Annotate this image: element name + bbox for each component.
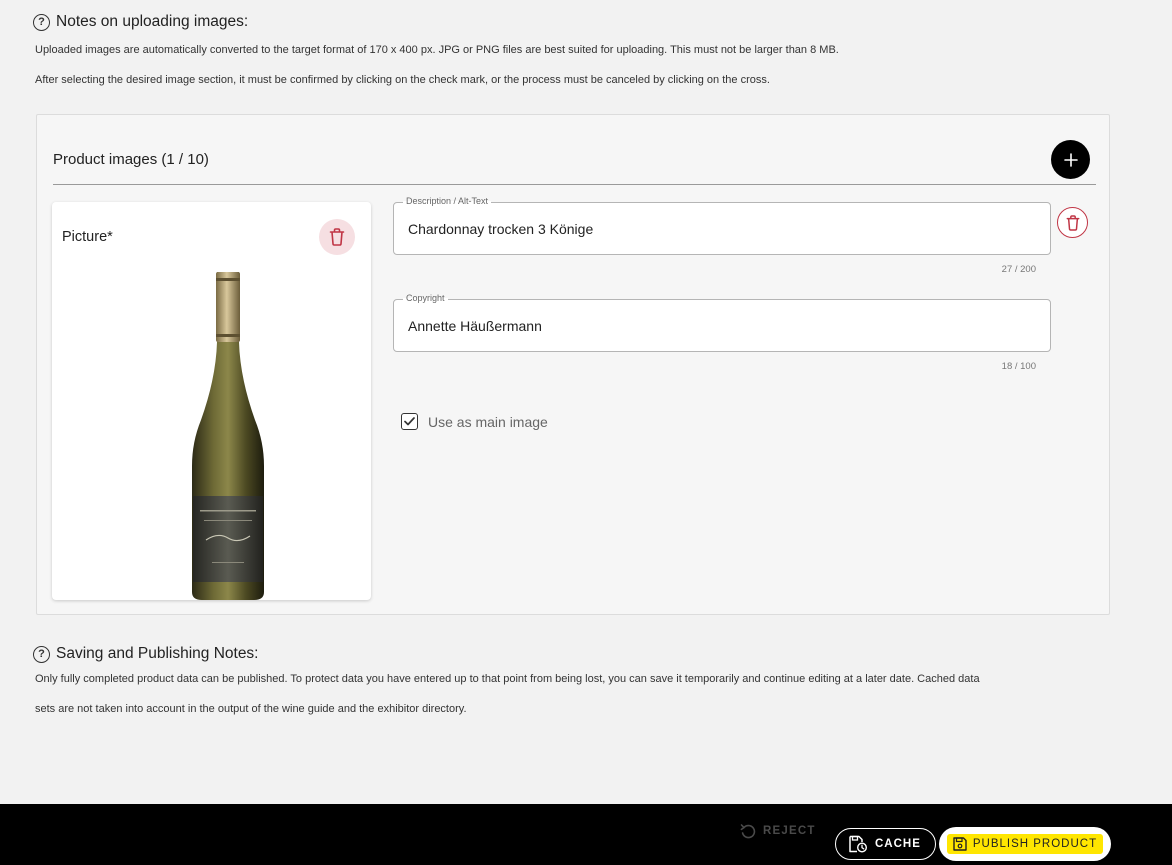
main-content: ? Notes on uploading images: Uploaded im… xyxy=(0,0,1172,804)
save-clock-icon xyxy=(849,835,868,853)
reject-label: REJECT xyxy=(763,825,816,837)
saving-notes-title: Saving and Publishing Notes: xyxy=(56,645,259,662)
cache-label: CACHE xyxy=(875,838,921,850)
delete-picture-button[interactable] xyxy=(319,219,355,255)
publish-product-button[interactable]: PUBLISH PRODUCT xyxy=(939,827,1111,861)
upload-notes-header: ? Notes on uploading images: xyxy=(33,13,248,31)
main-image-checkbox[interactable] xyxy=(401,413,418,430)
wine-bottle-image xyxy=(192,272,264,600)
question-circle-icon: ? xyxy=(33,645,50,663)
reject-button[interactable]: REJECT xyxy=(740,823,816,839)
upload-notes-line-1: Uploaded images are automatically conver… xyxy=(35,44,839,56)
upload-notes-line-2: After selecting the desired image sectio… xyxy=(35,74,770,86)
saving-notes-line-1: Only fully completed product data can be… xyxy=(35,673,980,685)
trash-icon xyxy=(1066,214,1079,231)
trash-icon xyxy=(329,228,345,246)
saving-notes-line-2: sets are not taken into account in the o… xyxy=(35,703,467,715)
plus-icon xyxy=(1063,152,1078,167)
description-field[interactable]: Description / Alt-Text Chardonnay trocke… xyxy=(393,196,1051,255)
copyright-value[interactable]: Annette Häußermann xyxy=(408,318,542,334)
description-counter: 27 / 200 xyxy=(1001,264,1036,275)
product-images-panel: Product images (1 / 10) Picture* Descrip… xyxy=(36,114,1110,615)
action-footer: REJECT CACHE PUBLISH PRODUCT xyxy=(0,804,1172,865)
delete-image-row-button[interactable] xyxy=(1057,207,1088,238)
saving-notes-header: ? Saving and Publishing Notes: xyxy=(33,645,259,663)
picture-label: Picture* xyxy=(62,229,113,245)
checkmark-icon xyxy=(404,417,415,426)
panel-divider xyxy=(53,184,1096,185)
publish-label: PUBLISH PRODUCT xyxy=(972,838,1098,850)
cache-button[interactable]: CACHE xyxy=(835,828,936,860)
upload-notes-title: Notes on uploading images: xyxy=(56,13,249,30)
copyright-label: Copyright xyxy=(403,293,448,303)
save-icon xyxy=(953,837,967,851)
main-image-label: Use as main image xyxy=(428,413,548,430)
description-value[interactable]: Chardonnay trocken 3 Könige xyxy=(408,221,593,237)
description-label: Description / Alt-Text xyxy=(403,196,492,206)
copyright-field[interactable]: Copyright Annette Häußermann xyxy=(393,293,1051,352)
add-image-button[interactable] xyxy=(1051,140,1090,179)
main-image-checkbox-row[interactable]: Use as main image xyxy=(401,413,548,430)
undo-icon xyxy=(740,824,756,839)
copyright-counter: 18 / 100 xyxy=(1001,361,1036,372)
question-circle-icon: ? xyxy=(33,13,50,31)
picture-card[interactable]: Picture* xyxy=(52,202,371,600)
product-images-title: Product images (1 / 10) xyxy=(53,151,209,168)
publish-highlight: PUBLISH PRODUCT xyxy=(946,834,1104,854)
